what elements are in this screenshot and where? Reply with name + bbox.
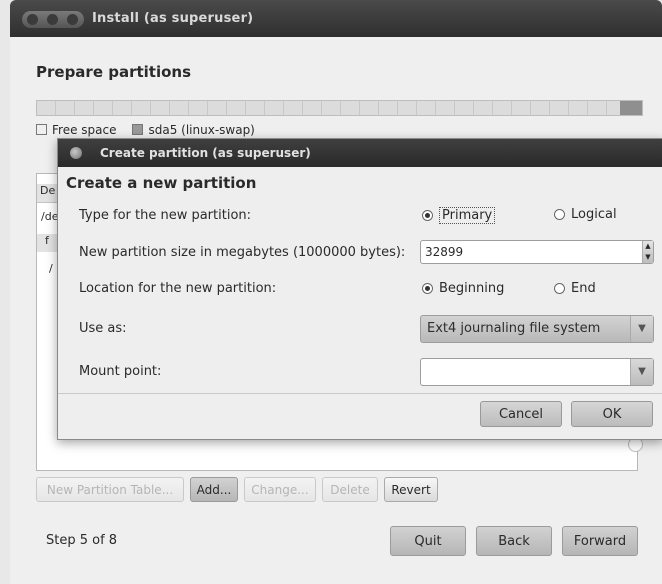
free-swatch-icon xyxy=(36,124,47,135)
type-primary-radio[interactable]: Primary xyxy=(422,207,496,224)
type-primary-label[interactable]: Primary xyxy=(439,207,496,224)
revert-button[interactable]: Revert xyxy=(384,477,438,502)
ok-button[interactable]: OK xyxy=(571,401,653,427)
chevron-down-icon[interactable]: ▼ xyxy=(630,316,653,342)
radio-icon[interactable] xyxy=(554,209,565,220)
table-row[interactable]: / xyxy=(49,262,53,275)
page-title: Prepare partitions xyxy=(36,63,192,81)
location-beginning-radio[interactable]: Beginning xyxy=(422,281,504,296)
dialog-titlebar: Create partition (as superuser) xyxy=(58,139,662,167)
use-as-value[interactable]: Ext4 journaling file system xyxy=(427,321,600,336)
type-logical-label[interactable]: Logical xyxy=(571,207,617,222)
size-spinbox[interactable]: 32899 ▲ ▼ xyxy=(420,240,654,264)
legend-free-label: Free space xyxy=(52,123,117,137)
dialog-separator xyxy=(58,393,662,394)
use-as-label: Use as: xyxy=(79,321,127,336)
size-value[interactable]: 32899 xyxy=(425,245,463,259)
minimize-icon[interactable] xyxy=(47,14,58,25)
quit-button[interactable]: Quit xyxy=(390,526,466,556)
change-button[interactable]: Change... xyxy=(244,477,316,502)
window-title: Install (as superuser) xyxy=(92,11,254,26)
cancel-button[interactable]: Cancel xyxy=(480,401,562,427)
back-button[interactable]: Back xyxy=(476,526,552,556)
partition-bar xyxy=(36,100,643,116)
add-button[interactable]: Add... xyxy=(190,477,238,502)
legend-free: Free space xyxy=(36,123,116,137)
mount-point-combo[interactable]: ▼ xyxy=(420,358,654,386)
new-partition-table-button[interactable]: New Partition Table... xyxy=(36,477,184,502)
disk-icon xyxy=(70,147,82,159)
use-as-combo[interactable]: Ext4 journaling file system ▼ xyxy=(420,315,654,343)
window-controls[interactable] xyxy=(22,11,84,28)
location-end-label[interactable]: End xyxy=(571,281,596,296)
chevron-down-icon[interactable]: ▼ xyxy=(630,359,653,385)
location-label: Location for the new partition: xyxy=(79,281,277,296)
radio-selected-icon[interactable] xyxy=(422,210,433,221)
legend-swap: sda5 (linux-swap) xyxy=(132,123,255,137)
table-row[interactable]: /de xyxy=(41,210,58,223)
step-indicator: Step 5 of 8 xyxy=(46,533,118,548)
partition-actions: New Partition Table... Add... Change... … xyxy=(36,477,438,502)
legend-swap-label: sda5 (linux-swap) xyxy=(148,123,255,137)
location-beginning-label[interactable]: Beginning xyxy=(439,281,504,296)
size-label: New partition size in megabytes (1000000… xyxy=(79,245,406,260)
partition-bar-swap xyxy=(620,101,642,115)
wizard-navigation: Quit Back Forward xyxy=(390,526,638,556)
close-icon[interactable] xyxy=(27,14,38,25)
swap-swatch-icon xyxy=(132,124,144,135)
outer-titlebar: Install (as superuser) xyxy=(10,0,662,37)
forward-button[interactable]: Forward xyxy=(562,526,638,556)
radio-icon[interactable] xyxy=(554,283,565,294)
radio-selected-icon[interactable] xyxy=(422,283,433,294)
mount-point-label: Mount point: xyxy=(79,364,162,379)
type-label: Type for the new partition: xyxy=(79,208,252,223)
spin-arrows-icon[interactable]: ▲ ▼ xyxy=(642,241,653,263)
type-logical-radio[interactable]: Logical xyxy=(554,207,617,222)
maximize-icon[interactable] xyxy=(67,14,78,25)
delete-button[interactable]: Delete xyxy=(322,477,378,502)
dialog-title: Create partition (as superuser) xyxy=(100,146,311,160)
location-end-radio[interactable]: End xyxy=(554,281,596,296)
create-partition-dialog: Create partition (as superuser) Create a… xyxy=(57,138,662,440)
partition-legend: Free space sda5 (linux-swap) xyxy=(36,123,255,137)
dialog-heading: Create a new partition xyxy=(66,174,257,192)
